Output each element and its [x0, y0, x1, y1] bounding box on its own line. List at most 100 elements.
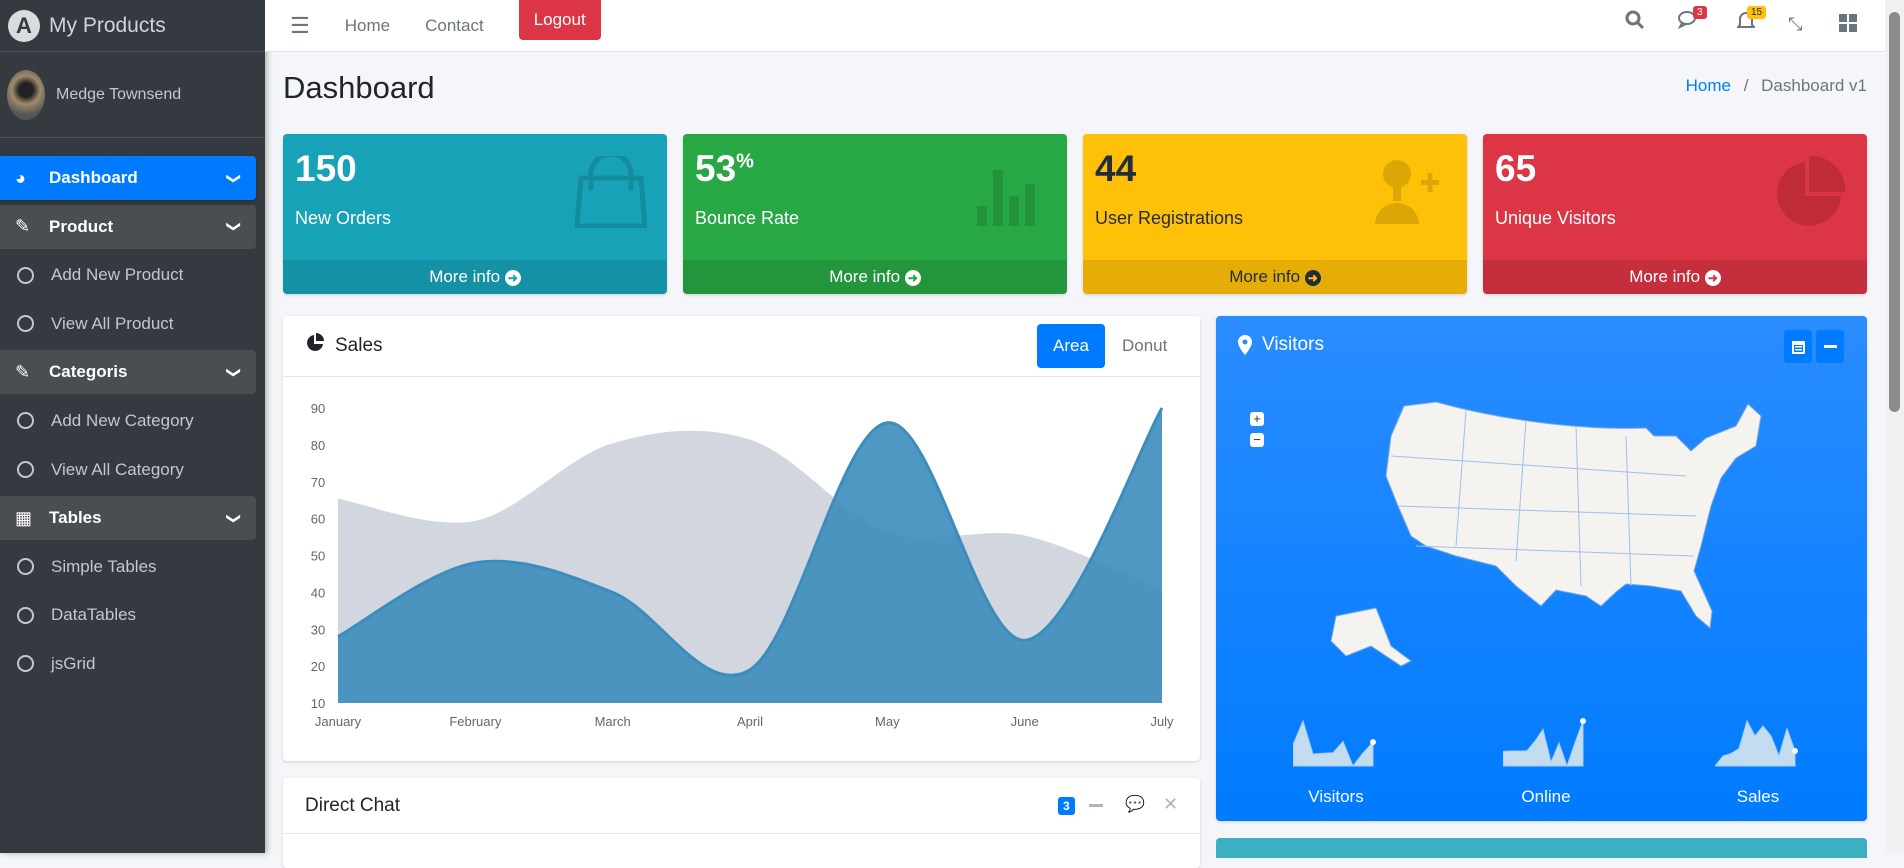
sidebar-item-dashboard[interactable]: ◕ Dashboard ❯ [0, 156, 256, 200]
chat-contacts-icon[interactable]: 💬 [1125, 794, 1145, 814]
user-panel[interactable]: Medge Townsend [0, 52, 265, 138]
circle-icon [17, 558, 34, 576]
sidebar-item-simple-tables[interactable]: Simple Tables [0, 545, 256, 589]
sidebar-item-label: Simple Tables [51, 556, 157, 576]
arrow-circle-right-icon: ➜ [1304, 270, 1321, 286]
chevron-down-icon: ❯ [226, 512, 243, 525]
stat-box-new-orders: 150 New Orders More info ➜ [283, 134, 667, 294]
notifications-badge: 15 [1747, 6, 1767, 19]
calendar-icon [1791, 341, 1805, 354]
sales-card-header: Sales Area Donut [283, 316, 1200, 377]
circle-icon [17, 606, 34, 624]
scrollbar-thumb[interactable] [1889, 12, 1900, 412]
nav-contact-link[interactable]: Contact [425, 16, 484, 36]
sidebar-item-label: DataTables [51, 605, 137, 625]
circle-icon [17, 412, 34, 430]
visitors-title: Visitors [1262, 334, 1324, 355]
visitors-header: Visitors [1238, 334, 1324, 356]
sidebar-item-label: Categoris [49, 362, 128, 382]
tab-donut[interactable]: Donut [1106, 324, 1183, 368]
circle-icon [17, 315, 34, 333]
x-tick-label: April [737, 714, 763, 729]
collapse-button[interactable] [1816, 330, 1844, 363]
sparkline-chart [1292, 719, 1376, 767]
notifications-icon[interactable]: 15 [1735, 6, 1767, 36]
avatar [7, 69, 45, 120]
y-tick-label: 20 [311, 659, 325, 674]
x-tick-label: January [315, 714, 362, 729]
chat-close-button[interactable]: ✕ [1163, 794, 1178, 815]
user-name: Medge Townsend [56, 85, 182, 103]
sidebar-item-datatables[interactable]: DataTables [0, 593, 256, 637]
sidebar-item-view-all-product[interactable]: View All Product [0, 302, 256, 346]
logout-button[interactable]: Logout [518, 0, 601, 40]
stat-label: Unique Visitors [1495, 208, 1616, 228]
more-info-link[interactable]: More info ➜ [1083, 260, 1467, 294]
chat-collapse-button[interactable] [1089, 804, 1103, 807]
x-tick-label: March [595, 714, 631, 729]
brand-logo-icon: A [8, 9, 40, 42]
y-tick-label: 50 [311, 549, 325, 564]
sidebar-item-add-new-product[interactable]: Add New Product [0, 253, 256, 297]
circle-icon [17, 655, 34, 673]
sidebar-item-label: View All Category [51, 459, 184, 479]
direct-chat-title: Direct Chat [305, 794, 401, 816]
sidebar-item-label: Tables [49, 508, 102, 528]
sparkline-chart [1713, 719, 1798, 767]
arrow-circle-right-icon: ➜ [1704, 270, 1721, 286]
stat-box-user-registrations: 44 User Registrations More info ➜ [1083, 134, 1467, 294]
grid-layout-icon[interactable] [1839, 14, 1857, 38]
edit-icon: ✎ [15, 216, 31, 237]
sidebar-item-label: Add New Category [51, 410, 194, 430]
breadcrumb-current: Dashboard v1 [1761, 76, 1867, 95]
sidebar-item-label: Product [49, 216, 114, 236]
tab-area[interactable]: Area [1037, 324, 1105, 368]
chevron-down-icon: ❯ [226, 172, 243, 184]
messages-icon[interactable]: 3 [1677, 6, 1707, 36]
date-range-button[interactable] [1784, 330, 1812, 363]
y-tick-label: 10 [311, 696, 325, 711]
tachometer-icon: ◕ [15, 167, 26, 188]
sidebar-item-categoris[interactable]: ✎ Categoris ❯ [0, 350, 256, 395]
more-info-link[interactable]: More info ➜ [283, 260, 667, 294]
stat-value: 65 [1495, 148, 1537, 189]
fullscreen-icon[interactable]: ⤡ [1788, 14, 1802, 35]
y-tick-label: 70 [311, 475, 325, 490]
sidebar-item-label: Add New Product [51, 265, 184, 285]
bar-chart-icon [977, 170, 1035, 226]
stat-label: New Orders [295, 208, 392, 228]
y-tick-label: 90 [311, 401, 325, 416]
arrow-circle-right-icon: ➜ [904, 270, 921, 286]
x-tick-label: July [1150, 714, 1174, 729]
nav-home-link[interactable]: Home [345, 16, 390, 36]
usa-map[interactable] [1316, 396, 1776, 696]
sparkline-sales: Sales [1713, 716, 1803, 807]
sidebar-item-add-new-category[interactable]: Add New Category [0, 399, 256, 443]
table-icon: ▦ [15, 507, 33, 528]
map-zoom-in-button[interactable]: + [1250, 412, 1264, 426]
sidebar-item-tables[interactable]: ▦ Tables ❯ [0, 496, 256, 541]
more-info-link[interactable]: More info ➜ [683, 260, 1067, 294]
menu-toggle-icon[interactable]: ☰ [290, 13, 310, 39]
sidebar-item-label: Dashboard [49, 168, 138, 187]
sidebar-nav: ◕ Dashboard ❯ ✎ Product ❯ Add New Product View … [0, 156, 256, 691]
page-scrollbar[interactable] [1885, 0, 1904, 853]
x-tick-label: June [1011, 714, 1039, 729]
sidebar-item-jsgrid[interactable]: jsGrid [0, 642, 256, 686]
brand-link[interactable]: A My Products [0, 0, 265, 52]
teal-card-top [1216, 838, 1867, 858]
more-info-link[interactable]: More info ➜ [1483, 260, 1867, 294]
pie-chart-icon [1777, 155, 1846, 226]
chevron-down-icon: ❯ [226, 220, 243, 233]
sales-card: Sales Area Donut 10 20 30 40 50 60 70 80 90 Janua… [283, 316, 1200, 761]
map-marker-icon [1238, 335, 1252, 355]
sidebar-item-view-all-category[interactable]: View All Category [0, 448, 256, 492]
top-navbar: ☰ Home Contact Logout 3 15 ⤡ [265, 0, 1885, 52]
stat-value: 53% [695, 148, 754, 189]
breadcrumb-home[interactable]: Home [1686, 76, 1731, 95]
y-tick-label: 80 [311, 438, 325, 453]
chat-count-badge: 3 [1058, 797, 1075, 815]
search-icon[interactable] [1625, 10, 1645, 36]
sidebar-item-product[interactable]: ✎ Product ❯ [0, 204, 256, 249]
map-zoom-out-button[interactable]: − [1250, 433, 1264, 447]
